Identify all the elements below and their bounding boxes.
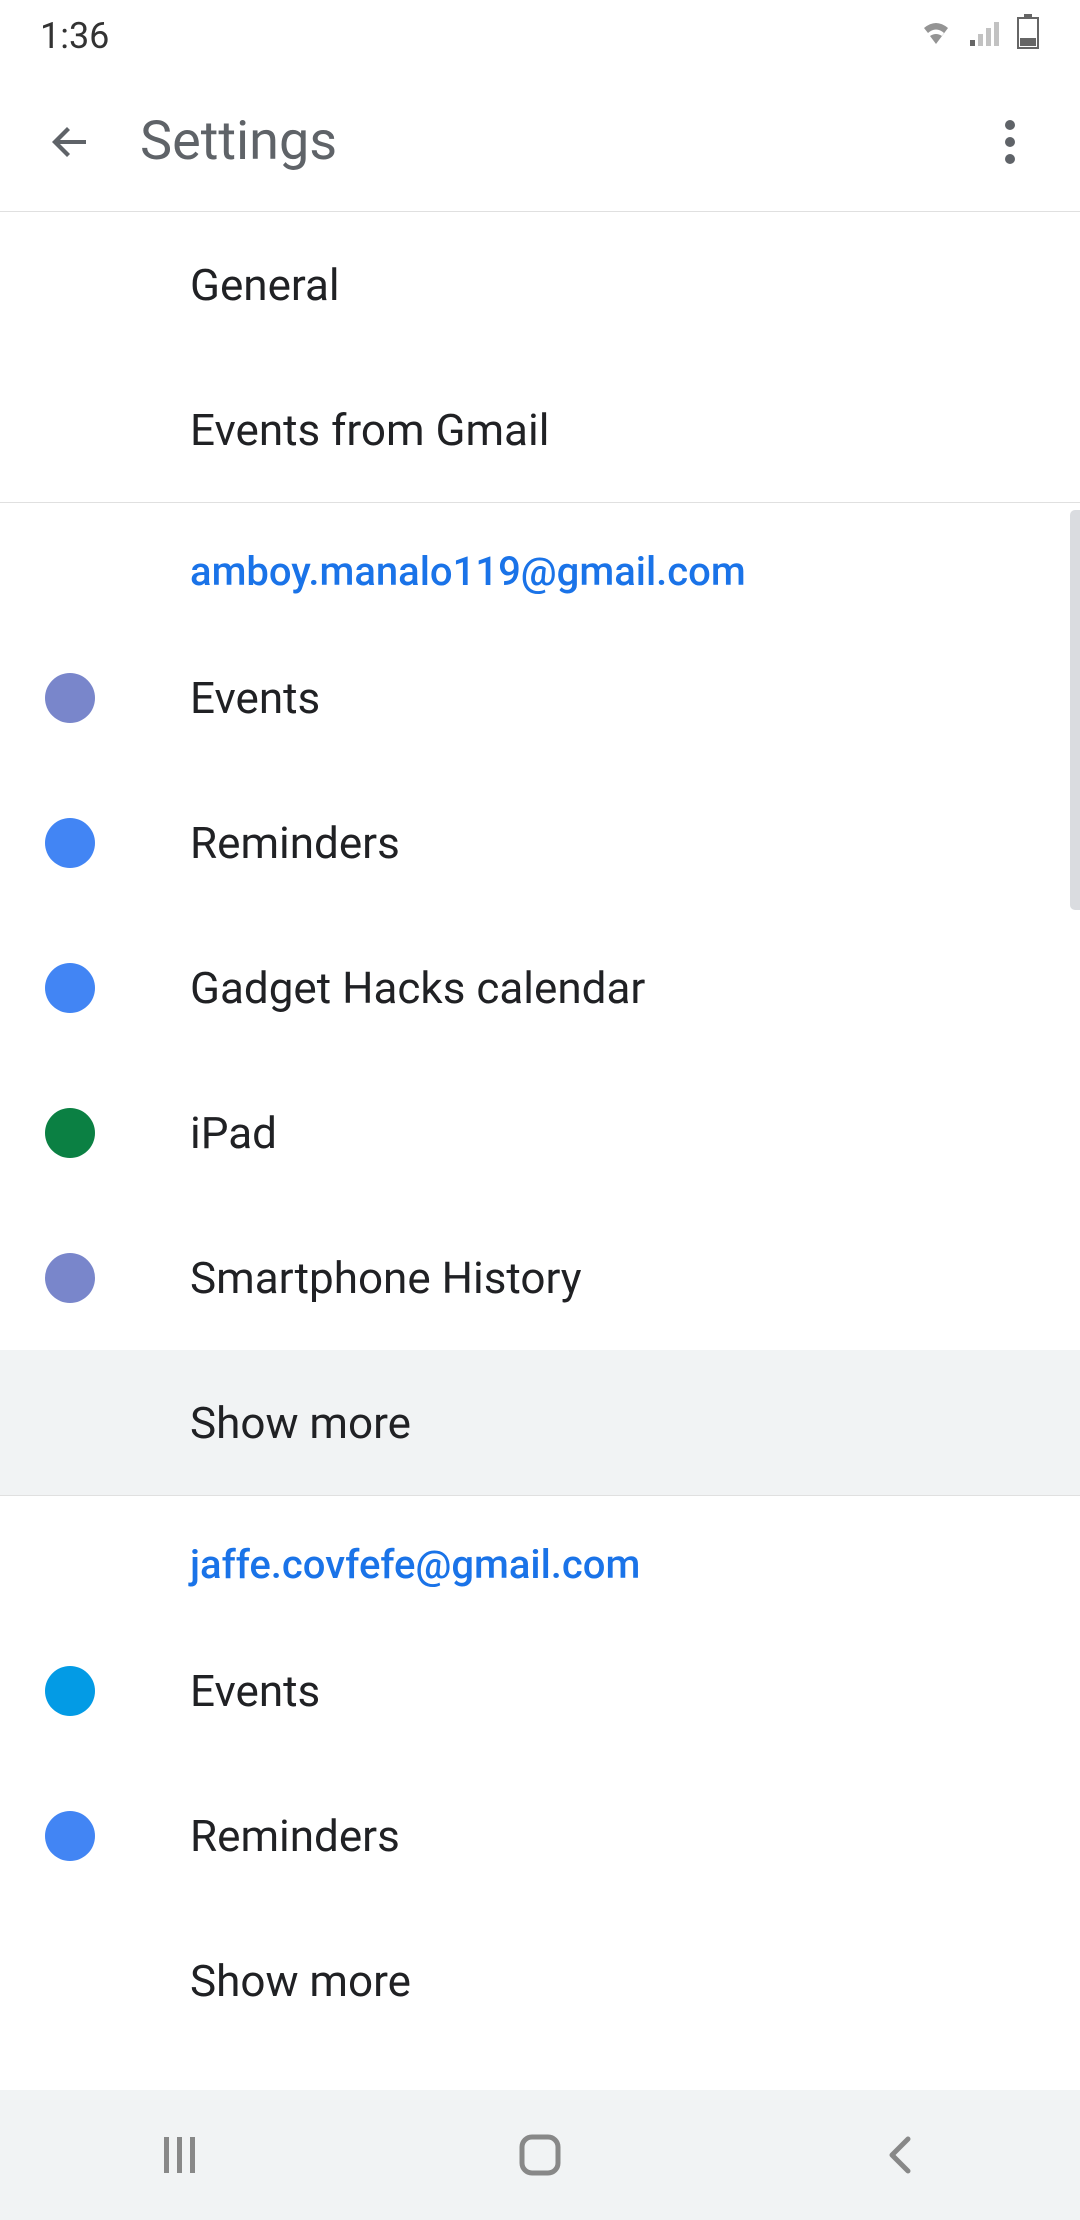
calendar-color-dot	[45, 673, 95, 723]
calendar-item-events[interactable]: Events	[0, 1618, 1080, 1763]
calendar-item-label: Reminders	[190, 817, 400, 869]
calendar-item-label: Events	[190, 1665, 320, 1717]
calendar-item-smartphone-history[interactable]: Smartphone History	[0, 1205, 1080, 1350]
account-header: amboy.manalo119@gmail.com	[0, 503, 1080, 625]
calendar-item-ipad[interactable]: iPad	[0, 1060, 1080, 1205]
calendar-color-dot	[45, 1253, 95, 1303]
show-more-label: Show more	[190, 1955, 411, 2007]
nav-home-button[interactable]	[490, 2125, 590, 2185]
home-icon	[518, 2133, 562, 2177]
settings-item-label: Events from Gmail	[190, 404, 549, 456]
calendar-item-events[interactable]: Events	[0, 625, 1080, 770]
more-vert-icon	[1005, 120, 1015, 164]
scroll-indicator[interactable]	[1070, 510, 1080, 910]
account-header: jaffe.covfefe@gmail.com	[0, 1496, 1080, 1618]
calendar-color-dot	[45, 1108, 95, 1158]
settings-item-events-from-gmail[interactable]: Events from Gmail	[0, 357, 1080, 502]
settings-item-label: General	[190, 259, 340, 311]
battery-icon	[1016, 14, 1040, 59]
nav-recents-button[interactable]	[130, 2125, 230, 2185]
more-options-button[interactable]	[970, 102, 1050, 182]
calendar-color-dot	[45, 818, 95, 868]
calendar-color-dot	[45, 1666, 95, 1716]
calendar-item-reminders[interactable]: Reminders	[0, 1763, 1080, 1908]
recents-icon	[158, 2133, 202, 2177]
calendar-color-dot	[45, 1811, 95, 1861]
back-icon	[884, 2133, 916, 2177]
calendar-item-label: Events	[190, 672, 320, 724]
show-more-button[interactable]: Show more	[0, 1908, 1080, 2053]
back-button[interactable]	[30, 102, 110, 182]
calendar-item-label: Reminders	[190, 1810, 400, 1862]
calendar-item-reminders[interactable]: Reminders	[0, 770, 1080, 915]
calendar-item-label: Smartphone History	[190, 1252, 582, 1304]
status-bar: 1:36	[0, 0, 1080, 72]
calendar-color-dot	[45, 963, 95, 1013]
calendar-item-label: Gadget Hacks calendar	[190, 962, 645, 1014]
page-title: Settings	[140, 110, 970, 173]
signal-icon	[968, 15, 1004, 57]
show-more-button[interactable]: Show more	[0, 1350, 1080, 1495]
wifi-icon	[916, 15, 956, 57]
show-more-label: Show more	[190, 1397, 411, 1449]
status-time: 1:36	[40, 15, 109, 57]
calendar-item-gadget-hacks[interactable]: Gadget Hacks calendar	[0, 915, 1080, 1060]
status-icons	[916, 14, 1040, 59]
app-bar: Settings	[0, 72, 1080, 212]
settings-list: General Events from Gmail amboy.manalo11…	[0, 212, 1080, 2053]
system-nav-bar	[0, 2090, 1080, 2220]
settings-item-general[interactable]: General	[0, 212, 1080, 357]
arrow-left-icon	[46, 118, 94, 166]
calendar-item-label: iPad	[190, 1107, 277, 1159]
nav-back-button[interactable]	[850, 2125, 950, 2185]
